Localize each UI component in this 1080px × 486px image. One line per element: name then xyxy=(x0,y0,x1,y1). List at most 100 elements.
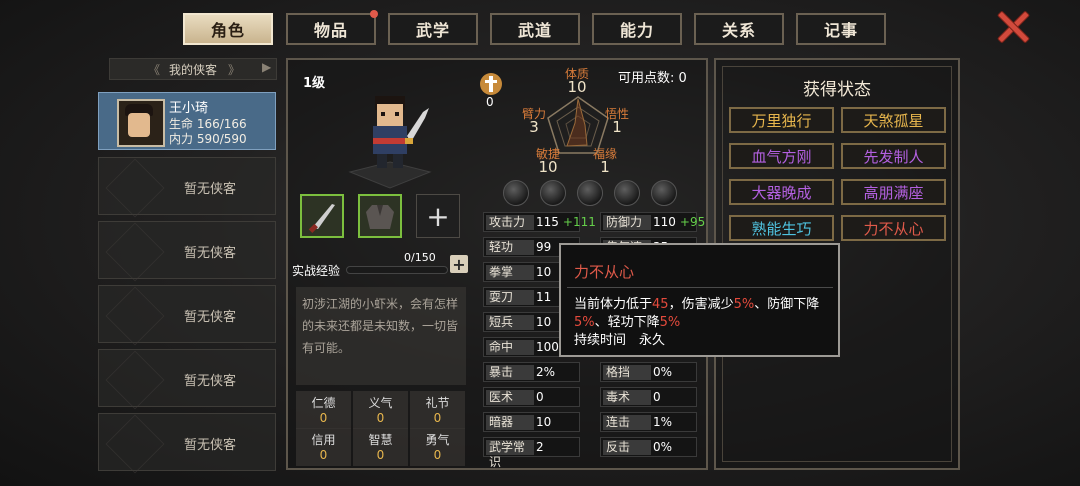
skill-orb-slot[interactable] xyxy=(651,180,677,206)
tab-items[interactable]: 物品 xyxy=(286,10,378,45)
arrow-right-icon[interactable]: ▶ xyxy=(262,60,271,74)
stat-row: 格挡 0% xyxy=(600,362,697,382)
tooltip-title: 力不从心 xyxy=(574,263,635,281)
empty-slot-label: 暂无侠客 xyxy=(184,182,237,197)
notification-dot xyxy=(370,10,378,18)
hero-name: 王小琦 xyxy=(169,101,209,116)
weapon-slot[interactable] xyxy=(300,194,344,238)
alignment-icon xyxy=(480,73,502,95)
skill-orb-slot[interactable] xyxy=(577,180,603,206)
skill-orb-slot[interactable] xyxy=(614,180,640,206)
stat-label: 武学常识 xyxy=(486,440,534,469)
stat-row: 连击 1% xyxy=(600,412,697,432)
empty-slot-label: 暂无侠客 xyxy=(184,246,237,261)
hero-slot-empty[interactable]: 暂无侠客 xyxy=(98,157,276,218)
stat-value: 0 xyxy=(536,390,544,404)
stat-row: 毒术 0 xyxy=(600,387,697,407)
attr-bili: 臂力 3 xyxy=(521,107,546,136)
status-badge[interactable]: 天煞孤星 xyxy=(841,107,946,133)
stat-label: 连击 xyxy=(603,415,651,430)
hero-slot-empty[interactable]: 暂无侠客 xyxy=(98,413,276,474)
virtue-ren: 仁德 0 xyxy=(296,391,351,429)
divider xyxy=(567,287,833,288)
status-badge[interactable]: 熟能生巧 xyxy=(729,215,834,241)
attr-tizhi: 体质 10 xyxy=(564,67,589,96)
stat-row: 暗器 10 xyxy=(483,412,580,432)
hero-slot-empty[interactable]: 暂无侠客 xyxy=(98,221,276,282)
virtue-zhi: 智慧 0 xyxy=(353,428,408,466)
stat-label: 命中 xyxy=(486,340,534,355)
status-tooltip: 力不从心 当前体力低于45，伤害减少5%、防御下降 5%、轻功下降5% 持续时间… xyxy=(559,243,840,357)
empty-slot-label: 暂无侠客 xyxy=(184,438,237,453)
stat-value: 10 xyxy=(536,265,552,279)
stat-label: 拳掌 xyxy=(486,265,534,280)
attr-fuyuan: 福缘 1 xyxy=(592,147,617,176)
armor-slot[interactable] xyxy=(358,194,402,238)
stat-value: 110 +95 xyxy=(653,215,706,229)
stat-value: 1% xyxy=(653,415,673,429)
character-sprite xyxy=(348,96,432,189)
status-badge[interactable]: 力不从心 xyxy=(841,215,946,241)
stat-row: 武学常识 2 xyxy=(483,437,580,469)
status-badge[interactable]: 万里独行 xyxy=(729,107,834,133)
tooltip-duration: 持续时间 永久 xyxy=(574,333,666,348)
skill-orb-slot[interactable] xyxy=(503,180,529,206)
attr-minjie: 敏捷 10 xyxy=(535,147,560,176)
stat-label: 攻击力 xyxy=(486,215,534,230)
status-badge[interactable]: 高朋满座 xyxy=(841,179,946,205)
character-description: 初涉江湖的小虾米，会有怎样的未来还都是未知数，一切皆有可能。 xyxy=(296,287,466,385)
stat-label: 暗器 xyxy=(486,415,534,430)
stat-label: 暴击 xyxy=(486,365,534,380)
alignment-value: 0 xyxy=(486,95,494,109)
status-badge[interactable]: 先发制人 xyxy=(841,143,946,169)
virtue-li: 礼节 0 xyxy=(410,391,465,429)
chevron-right-icon: 》 xyxy=(228,63,241,77)
available-points: 可用点数: 0 xyxy=(618,71,687,86)
stat-row: 暴击 2% xyxy=(483,362,580,382)
tab-character[interactable]: 角色 xyxy=(183,13,273,45)
empty-slot-label: 暂无侠客 xyxy=(184,374,237,389)
stat-label: 医术 xyxy=(486,390,534,405)
xp-value: 0/150 xyxy=(404,251,436,264)
skill-orb-slot[interactable] xyxy=(540,180,566,206)
virtue-xin: 信用 0 xyxy=(296,428,351,466)
stat-row: 反击 0% xyxy=(600,437,697,457)
tab-abilities[interactable]: 能力 xyxy=(592,13,682,45)
add-xp-button[interactable]: + xyxy=(450,255,468,274)
tab-martial-arts[interactable]: 武学 xyxy=(388,13,478,45)
stat-label: 格挡 xyxy=(603,365,651,380)
tooltip-line-1: 当前体力低于45，伤害减少5%、防御下降 xyxy=(574,297,820,312)
stat-value: 10 xyxy=(536,315,552,329)
stat-value: 0 xyxy=(653,390,661,404)
xp-label: 实战经验 xyxy=(292,264,341,278)
stat-label: 反击 xyxy=(603,440,651,455)
tab-relations[interactable]: 关系 xyxy=(694,13,784,45)
status-badge[interactable]: 大器晚成 xyxy=(729,179,834,205)
stat-row: 攻击力 115 +111 xyxy=(483,212,596,232)
stat-row: 医术 0 xyxy=(483,387,580,407)
character-level: 1级 xyxy=(303,76,326,91)
add-equipment-button[interactable]: + xyxy=(416,194,460,238)
virtue-yong: 勇气 0 xyxy=(410,428,465,466)
stat-value: 10 xyxy=(536,415,552,429)
close-icon[interactable] xyxy=(996,10,1030,44)
tab-items-label: 物品 xyxy=(313,21,348,40)
stat-bonus: +111 xyxy=(562,215,596,229)
stat-label: 毒术 xyxy=(603,390,651,405)
stat-label: 短兵 xyxy=(486,315,534,330)
hero-slot-selected[interactable]: 王小琦 生命 166/166 内力 590/590 xyxy=(98,92,276,150)
stat-value: 2% xyxy=(536,365,556,379)
tooltip-line-2: 5%、轻功下降5% xyxy=(574,315,681,330)
status-badge[interactable]: 血气方刚 xyxy=(729,143,834,169)
stat-bonus: +95 xyxy=(679,215,706,229)
hero-slot-empty[interactable]: 暂无侠客 xyxy=(98,349,276,410)
knife-icon xyxy=(308,204,335,233)
attr-wuxing: 悟性 1 xyxy=(604,107,629,136)
stat-value: 2 xyxy=(536,440,544,454)
stat-row: 防御力 110 +95 xyxy=(600,212,705,232)
hero-slot-empty[interactable]: 暂无侠客 xyxy=(98,285,276,346)
empty-slot-label: 暂无侠客 xyxy=(184,310,237,325)
armor-icon xyxy=(366,205,394,229)
tab-journal[interactable]: 记事 xyxy=(796,13,886,45)
tab-martial-way[interactable]: 武道 xyxy=(490,13,580,45)
